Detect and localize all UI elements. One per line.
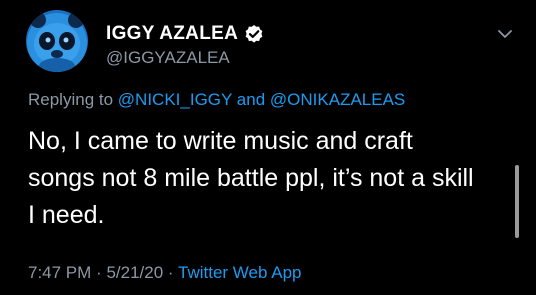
author-handle[interactable]: @IGGYAZALEA [106, 48, 230, 68]
replying-to-line: Replying to @NICKI_IGGY and @ONIKAZALEAS [28, 90, 405, 110]
reply-mention-link[interactable]: @ONIKAZALEAS [270, 90, 405, 109]
author-display-name[interactable]: IGGY AZALEA [106, 23, 238, 45]
tweet-date[interactable]: 5/21/20 [106, 263, 163, 282]
replying-to-prefix: Replying to [28, 90, 114, 109]
replying-to-joiner: and [236, 90, 266, 109]
tweet-text-line: No, I came to write music and craft [28, 127, 413, 155]
tweet-text: No, I came to write music and craft song… [28, 123, 508, 234]
tweet-text-line: I need. [28, 201, 105, 229]
scrollbar[interactable] [515, 165, 519, 238]
tweet-time[interactable]: 7:47 PM [28, 263, 91, 282]
tweet-meta: 7:47 PM · 5/21/20 · Twitter Web App [28, 263, 301, 283]
verified-badge-icon [244, 24, 264, 44]
reply-mention-link[interactable]: @NICKI_IGGY [118, 90, 232, 109]
author-name-row[interactable]: IGGY AZALEA [106, 23, 264, 45]
blue-panda-avatar-icon [26, 10, 88, 72]
meta-separator: · [167, 263, 174, 282]
chevron-down-icon[interactable] [497, 28, 513, 40]
avatar[interactable] [26, 10, 88, 72]
tweet-card: IGGY AZALEA @IGGYAZALEA Replying to @NIC… [0, 0, 536, 295]
tweet-source-link[interactable]: Twitter Web App [178, 263, 301, 282]
meta-separator: · [96, 263, 102, 282]
tweet-text-line: songs not 8 mile battle ppl, it’s not a … [28, 164, 474, 192]
